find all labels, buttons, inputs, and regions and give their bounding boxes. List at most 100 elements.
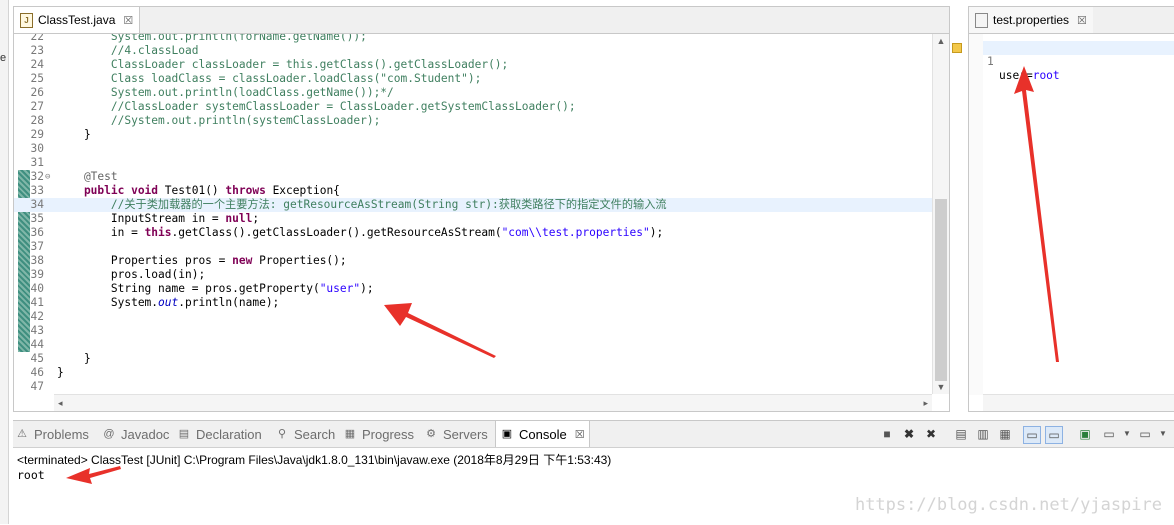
- properties-tab-bar: test.properties ☒: [969, 7, 1174, 34]
- code-line[interactable]: 38 Properties pros = new Properties();: [14, 254, 932, 268]
- close-icon[interactable]: ☒: [575, 428, 585, 441]
- tab-search[interactable]: ⚲ Search: [275, 421, 335, 447]
- watermark: https://blog.csdn.net/yjaspire: [854, 495, 1162, 515]
- line-number: 24: [30, 58, 44, 71]
- code-text: Class loadClass = classLoader.loadClass(…: [57, 72, 482, 85]
- tab-label: Javadoc: [121, 426, 170, 442]
- code-line[interactable]: 43: [14, 324, 932, 338]
- properties-editor[interactable]: test.properties ☒ 1 user=root: [968, 6, 1174, 412]
- close-icon[interactable]: ☒: [123, 14, 133, 27]
- vertical-scrollbar[interactable]: ▲ ▼: [932, 34, 949, 394]
- line-number: 37: [30, 240, 44, 253]
- show-on-error-icon[interactable]: ▭: [1045, 426, 1063, 444]
- left-panel-fragment: e: [0, 52, 7, 64]
- pin-console-icon[interactable]: ▣: [1077, 426, 1093, 442]
- code-line[interactable]: 34 //关于类加载器的一个主要方法: getResourceAsStream(…: [14, 198, 932, 212]
- code-line[interactable]: 35 InputStream in = null;: [14, 212, 932, 226]
- code-line[interactable]: 24 ClassLoader classLoader = this.getCla…: [14, 58, 932, 72]
- tab-javadoc[interactable]: @ Javadoc: [102, 421, 169, 447]
- property-line[interactable]: 1 user=root: [983, 41, 1174, 82]
- line-number: 38: [30, 254, 44, 267]
- code-text: }: [57, 366, 64, 379]
- property-equals: =: [1025, 69, 1033, 82]
- code-line[interactable]: 47: [14, 380, 932, 394]
- code-text: @Test: [57, 170, 118, 183]
- code-line[interactable]: 36 in = this.getClass().getClassLoader()…: [14, 226, 932, 240]
- line-number: 44: [30, 338, 44, 351]
- code-text: }: [57, 352, 91, 365]
- tab-declaration[interactable]: ▤ Declaration: [177, 421, 262, 447]
- servers-icon: ⚙: [426, 428, 436, 440]
- scroll-right-icon[interactable]: ▸: [923, 395, 928, 411]
- open-console-icon[interactable]: ▭: [1137, 426, 1153, 442]
- tab-servers[interactable]: ⚙ Servers: [424, 421, 488, 447]
- close-icon[interactable]: ☒: [1077, 14, 1087, 27]
- word-wrap-icon[interactable]: ▦: [997, 426, 1013, 442]
- code-line[interactable]: 32 ⊖ @Test: [14, 170, 932, 184]
- code-line[interactable]: 46}: [14, 366, 932, 380]
- code-line[interactable]: 28 //System.out.println(systemClassLoade…: [14, 114, 932, 128]
- scroll-up-icon[interactable]: ▲: [933, 36, 949, 46]
- display-console-icon[interactable]: ▭: [1101, 426, 1117, 442]
- fold-toggle-icon[interactable]: ⊖: [45, 170, 50, 184]
- line-number: 27: [30, 100, 44, 113]
- remove-all-launches-icon[interactable]: ✖: [923, 426, 939, 442]
- chevron-down-icon[interactable]: ▼: [1119, 426, 1135, 442]
- tab-label: Problems: [34, 426, 89, 442]
- code-line[interactable]: 40 String name = pros.getProperty("user"…: [14, 282, 932, 296]
- code-text: System.out.println(name);: [57, 296, 280, 309]
- code-line[interactable]: 41 System.out.println(name);: [14, 296, 932, 310]
- console-output[interactable]: root: [17, 468, 45, 482]
- code-line[interactable]: 31: [14, 156, 932, 170]
- tab-console[interactable]: ▣ Console ☒: [495, 421, 590, 447]
- tab-progress[interactable]: ▦ Progress: [343, 421, 414, 447]
- scroll-down-icon[interactable]: ▼: [933, 382, 949, 392]
- code-line[interactable]: 30: [14, 142, 932, 156]
- line-number: 36: [30, 226, 44, 239]
- code-text: Properties pros = new Properties();: [57, 254, 347, 267]
- line-number: 33: [30, 184, 44, 197]
- line-number: 30: [30, 142, 44, 155]
- java-editor[interactable]: J ClassTest.java ☒ 22 System.out.println…: [13, 6, 962, 412]
- console-view[interactable]: ■ ✖ ✖ ▤ ▥ ▦ ▭ ▭ ▣ ▭ ▼ ▭ ▼ ⚠ Problems @ Java…: [13, 420, 1174, 525]
- code-line[interactable]: 26 System.out.println(loadClass.getName(…: [14, 86, 932, 100]
- horizontal-scrollbar[interactable]: [983, 394, 1174, 411]
- line-number: 35: [30, 212, 44, 225]
- property-value: root: [1032, 69, 1060, 82]
- code-area[interactable]: 22 System.out.println(forName.getName())…: [14, 34, 932, 394]
- code-line[interactable]: 37: [14, 240, 932, 254]
- code-line[interactable]: 29 }: [14, 128, 932, 142]
- remove-launch-icon[interactable]: ✖: [901, 426, 917, 442]
- code-text: String name = pros.getProperty("user");: [57, 282, 374, 295]
- horizontal-scrollbar[interactable]: ◂ ▸: [54, 394, 932, 411]
- code-line[interactable]: 25 Class loadClass = classLoader.loadCla…: [14, 72, 932, 86]
- line-number: 41: [30, 296, 44, 309]
- tab-test-properties[interactable]: test.properties ☒: [969, 7, 1093, 33]
- show-on-output-icon[interactable]: ▭: [1023, 426, 1041, 444]
- code-line[interactable]: 33 public void Test01() throws Exception…: [14, 184, 932, 198]
- tab-classtest-java[interactable]: J ClassTest.java ☒: [14, 7, 141, 33]
- code-line[interactable]: 39 pros.load(in);: [14, 268, 932, 282]
- line-number: 23: [30, 44, 44, 57]
- scroll-thumb[interactable]: [935, 199, 947, 381]
- code-line[interactable]: 22 System.out.println(forName.getName())…: [14, 34, 932, 44]
- line-number: 28: [30, 114, 44, 127]
- overview-marker-icon[interactable]: [952, 43, 962, 53]
- code-line[interactable]: 27 //ClassLoader systemClassLoader = Cla…: [14, 100, 932, 114]
- code-line[interactable]: 42: [14, 310, 932, 324]
- code-line[interactable]: 45 }: [14, 352, 932, 366]
- editor-tab-bar: J ClassTest.java ☒: [14, 7, 949, 34]
- line-number: 39: [30, 268, 44, 281]
- tab-problems[interactable]: ⚠ Problems: [15, 421, 89, 447]
- code-line[interactable]: 44: [14, 338, 932, 352]
- line-number: 22: [30, 34, 44, 43]
- clear-console-icon[interactable]: ▤: [953, 426, 969, 442]
- chevron-down-icon[interactable]: ▼: [1155, 426, 1171, 442]
- javadoc-icon: @: [103, 428, 115, 440]
- scroll-left-icon[interactable]: ◂: [58, 395, 63, 411]
- tab-label: ClassTest.java: [38, 13, 116, 27]
- properties-gutter: [969, 34, 983, 395]
- terminate-icon[interactable]: ■: [879, 426, 895, 442]
- code-line[interactable]: 23 //4.classLoad: [14, 44, 932, 58]
- scroll-lock-icon[interactable]: ▥: [975, 426, 991, 442]
